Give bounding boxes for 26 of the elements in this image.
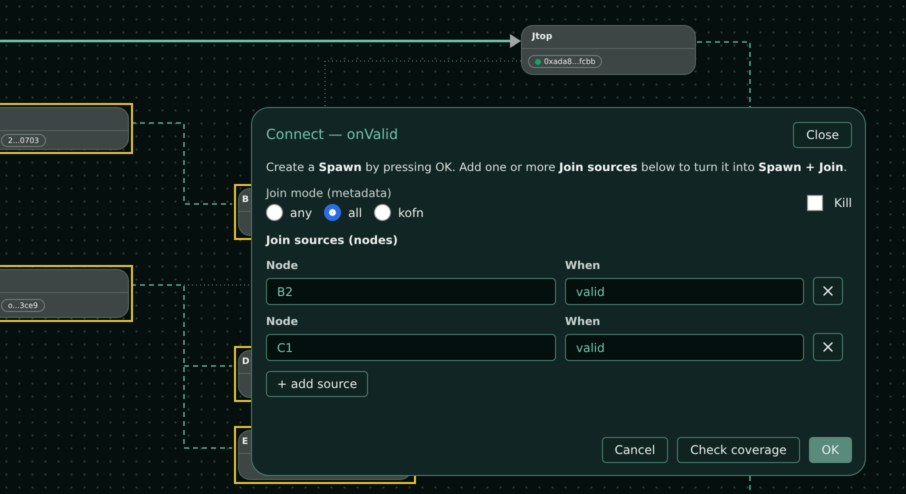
field-label: When: [565, 315, 602, 328]
close-button[interactable]: Close: [793, 122, 852, 148]
remove-button[interactable]: [813, 333, 843, 361]
field-label: Node: [266, 315, 300, 328]
node-input[interactable]: C1: [266, 334, 556, 361]
node-title: Jtop: [532, 32, 552, 42]
dialog-title: Connect — onValid: [266, 127, 398, 143]
join-mode-radio[interactable]: all: [324, 204, 362, 221]
field-label: Node: [266, 259, 300, 272]
description-text: Create a Spawn by pressing OK. Add one or more Join sources below to turn it into Spawn + Join.: [266, 160, 848, 174]
join-mode-radio[interactable]: kofn: [374, 204, 424, 221]
remove-button[interactable]: [813, 277, 843, 305]
dialog-button[interactable]: Cancel: [602, 437, 668, 463]
dialog-button[interactable]: Check coverage: [677, 437, 800, 463]
join-mode-radio[interactable]: any: [266, 204, 312, 221]
add-source-button[interactable]: + add source: [266, 371, 368, 397]
join-mode-label: Join mode (metadata): [266, 186, 393, 200]
field-label: When: [565, 259, 602, 272]
kill-checkbox[interactable]: Kill: [807, 195, 852, 211]
node-title: D: [242, 357, 250, 367]
when-input[interactable]: valid: [565, 334, 804, 361]
sources-heading: Join sources (nodes): [266, 233, 399, 247]
when-input[interactable]: valid: [565, 278, 804, 305]
node-input[interactable]: B2: [266, 278, 556, 305]
node-title: B: [242, 195, 249, 205]
node-title: E: [242, 437, 248, 447]
